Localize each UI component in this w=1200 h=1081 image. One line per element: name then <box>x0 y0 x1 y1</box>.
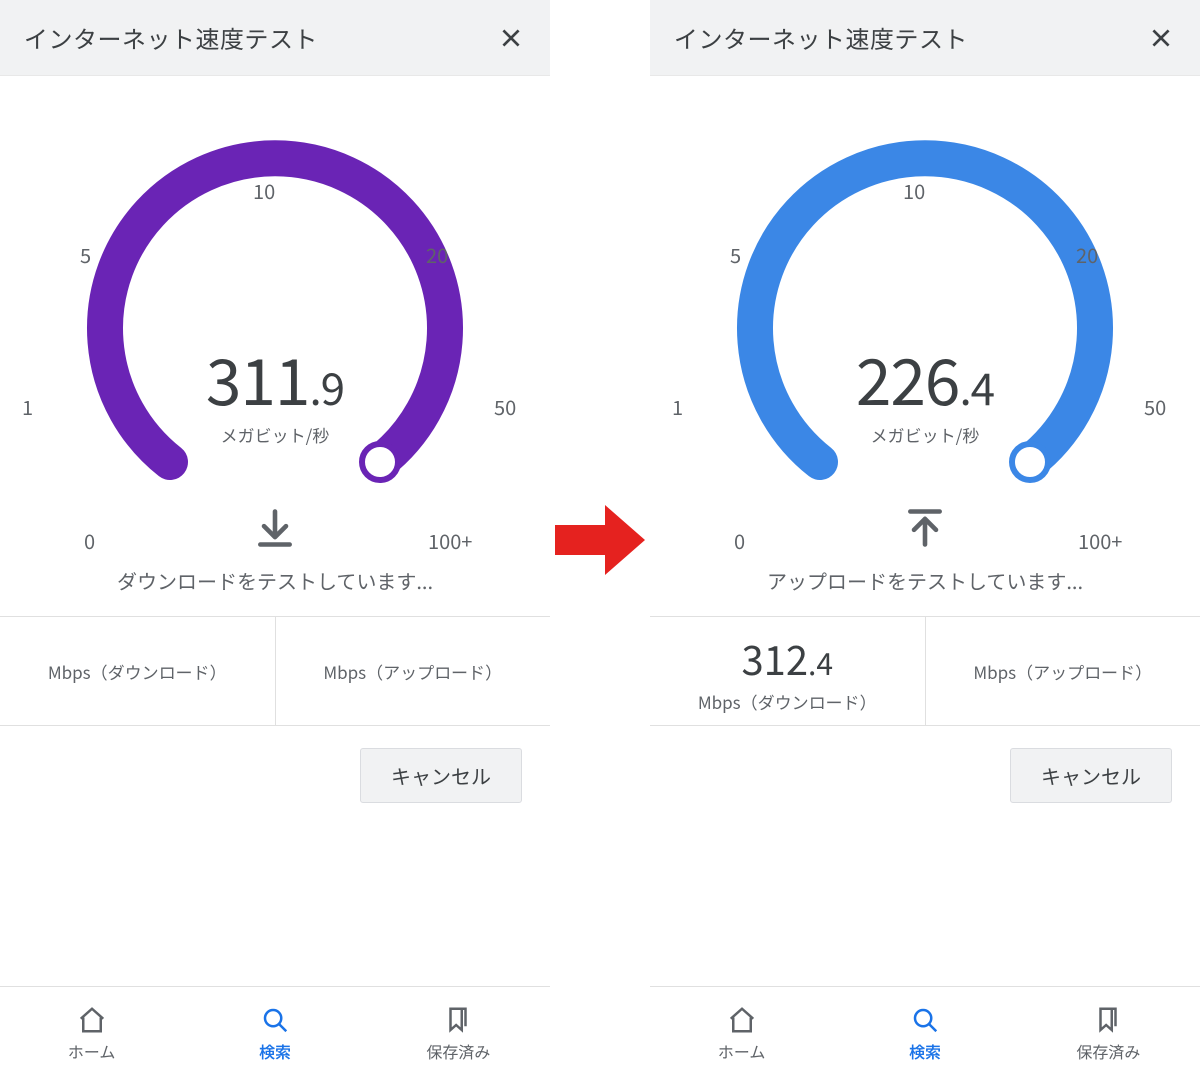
speed-gauge: 0 1 5 10 20 50 100+ 311.9 メガビット/秒 ダウンロード… <box>0 76 550 616</box>
result-row: Mbps（ダウンロード） Mbps（アップロード） <box>0 616 550 726</box>
nav-saved[interactable]: 保存済み <box>1017 987 1200 1081</box>
tick-10: 10 <box>253 176 275 205</box>
speed-unit: メガビット/秒 <box>206 422 344 447</box>
search-icon <box>260 1005 290 1035</box>
tick-50: 50 <box>494 392 516 421</box>
tick-1: 1 <box>22 392 33 421</box>
screen-upload-test: インターネット速度テスト 0 1 5 10 20 50 100+ 226.4 メ… <box>650 0 1200 1081</box>
bookmark-icon <box>1093 1005 1123 1035</box>
nav-home[interactable]: ホーム <box>650 987 833 1081</box>
speed-value: 311.9 メガビット/秒 <box>206 332 344 447</box>
transition-arrow-icon <box>550 490 650 590</box>
status-text: アップロードをテストしています... <box>650 566 1200 595</box>
download-icon <box>253 506 297 555</box>
page-title: インターネット速度テスト <box>24 20 318 55</box>
result-download: Mbps（ダウンロード） <box>0 617 275 725</box>
result-upload: Mbps（アップロード） <box>925 617 1200 725</box>
speed-unit: メガビット/秒 <box>856 422 994 447</box>
gauge-arc <box>65 110 485 530</box>
tick-100: 100+ <box>1078 526 1122 555</box>
close-button[interactable] <box>494 21 528 55</box>
page-title: インターネット速度テスト <box>674 20 968 55</box>
tick-100: 100+ <box>428 526 472 555</box>
screen-download-test: インターネット速度テスト 0 1 5 10 20 50 100+ 311.9 メ… <box>0 0 550 1081</box>
status-text: ダウンロードをテストしています... <box>0 566 550 595</box>
nav-search[interactable]: 検索 <box>183 987 366 1081</box>
nav-search[interactable]: 検索 <box>833 987 1016 1081</box>
header: インターネット速度テスト <box>650 0 1200 76</box>
gauge-arc <box>715 110 1135 530</box>
result-download: 312.4 Mbps（ダウンロード） <box>650 617 925 725</box>
close-icon <box>498 25 524 51</box>
speed-value: 226.4 メガビット/秒 <box>856 332 994 447</box>
nav-saved[interactable]: 保存済み <box>367 987 550 1081</box>
cancel-button[interactable]: キャンセル <box>1010 748 1172 803</box>
result-upload: Mbps（アップロード） <box>275 617 551 725</box>
speed-gauge: 0 1 5 10 20 50 100+ 226.4 メガビット/秒 アップロード… <box>650 76 1200 616</box>
tick-20: 20 <box>1076 240 1098 269</box>
cancel-button[interactable]: キャンセル <box>360 748 522 803</box>
home-icon <box>77 1005 107 1035</box>
upload-icon <box>903 506 947 555</box>
close-icon <box>1148 25 1174 51</box>
tick-0: 0 <box>734 526 745 555</box>
bottom-nav: ホーム 検索 保存済み <box>650 986 1200 1081</box>
home-icon <box>727 1005 757 1035</box>
bookmark-icon <box>443 1005 473 1035</box>
close-button[interactable] <box>1144 21 1178 55</box>
tick-20: 20 <box>426 240 448 269</box>
bottom-nav: ホーム 検索 保存済み <box>0 986 550 1081</box>
tick-10: 10 <box>903 176 925 205</box>
nav-home[interactable]: ホーム <box>0 987 183 1081</box>
result-row: 312.4 Mbps（ダウンロード） Mbps（アップロード） <box>650 616 1200 726</box>
tick-5: 5 <box>730 240 741 269</box>
tick-0: 0 <box>84 526 95 555</box>
search-icon <box>910 1005 940 1035</box>
header: インターネット速度テスト <box>0 0 550 76</box>
tick-1: 1 <box>672 392 683 421</box>
tick-5: 5 <box>80 240 91 269</box>
tick-50: 50 <box>1144 392 1166 421</box>
